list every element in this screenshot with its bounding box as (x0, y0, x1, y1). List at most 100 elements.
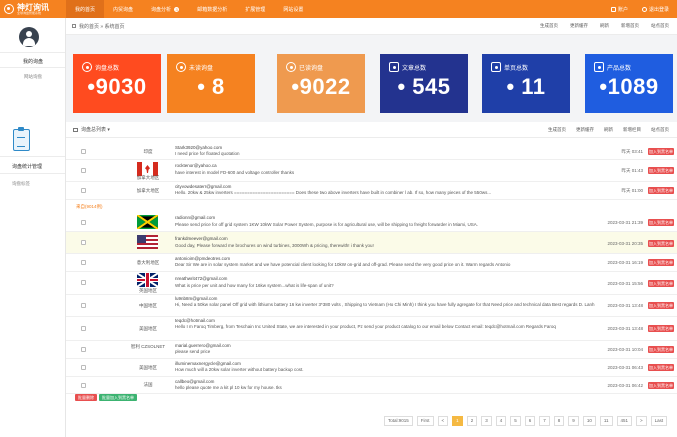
crumb-action-cache[interactable]: 更新缓存 (570, 23, 588, 29)
stat-value: • 8 (197, 74, 225, 99)
row-checkbox[interactable] (81, 303, 86, 308)
page-7[interactable]: 7 (539, 416, 550, 426)
nav-home[interactable]: 我的首页 (66, 0, 105, 18)
row-message: Hello I m Faroq Timberg, from Teschain I… (175, 324, 556, 329)
nav-extensions[interactable]: 扩展管理 (236, 0, 274, 18)
bulk-delete-button[interactable]: 批量删除 (75, 394, 97, 401)
nav-site-settings[interactable]: 网站设置 (274, 0, 312, 18)
stat-card-products[interactable]: 产品总数 •1089 (585, 54, 673, 113)
nav-inquiry-analysis[interactable]: 询盘分析 3 (142, 0, 188, 18)
stat-card-read[interactable]: 已读询盘 •9022 (277, 54, 365, 113)
panel-action-site-home[interactable]: 站点首页 (651, 127, 669, 133)
row-checkbox[interactable] (81, 365, 86, 370)
brand-logo[interactable]: 神灯询讯 全球询盘智能系统 (0, 0, 66, 18)
table-row[interactable]: 中国地区 lu9nb8m@gmail.com Hi, Need a 50kw s… (66, 295, 677, 317)
crumb-action-generate[interactable]: 生成首页 (540, 23, 558, 29)
row-checkbox[interactable] (81, 240, 86, 245)
panel-action-refresh[interactable]: 刷新 (604, 127, 613, 133)
stat-card-total[interactable]: 询盘总数 •9030 (73, 54, 161, 113)
table-row[interactable]: 加拿大地区 rocktenor@yahoo.ca have interest i… (66, 160, 677, 182)
page-9[interactable]: 9 (568, 416, 579, 426)
table-row[interactable]: 英国地区 nreathwrit472@gmail.com What is pri… (66, 272, 677, 295)
sidebar-item-inquiry-tags[interactable]: 询盘标签 (0, 181, 66, 187)
blacklist-button[interactable]: 加入到黑名单 (648, 382, 674, 389)
table-row[interactable]: frankdmeever@gmail.com Good day, Please … (66, 232, 677, 254)
blacklist-button[interactable]: 加入到黑名单 (648, 240, 674, 247)
page-451[interactable]: 451 (616, 416, 633, 426)
blacklist-button[interactable]: 加入到黑名单 (648, 219, 674, 226)
table-row[interactable]: 加拿大地区 cityvowdesaterr@gmail.com Hello. 2… (66, 182, 677, 200)
row-time: 2023-03-31 06:43 (607, 365, 643, 370)
page-first[interactable]: First (416, 416, 434, 426)
row-checkbox[interactable] (81, 280, 86, 285)
row-checkbox[interactable] (81, 220, 86, 225)
table-row[interactable]: 意大利地区 antonioim@pmdeotres.com Dear Sir W… (66, 254, 677, 272)
row-email: frankdmeever@gmail.com (175, 236, 228, 241)
nav-mail-analysis[interactable]: 邮箱数据分析 (188, 0, 236, 18)
panel-action-generate[interactable]: 生成首页 (548, 127, 566, 133)
panel-action-cache[interactable]: 更新缓存 (576, 127, 594, 133)
sidebar-item-site-inquiries[interactable]: 网站询盘 (0, 74, 66, 80)
avatar[interactable] (19, 27, 39, 47)
row-message: Dear Sir We are in solar system market a… (175, 262, 511, 267)
nav-domestic[interactable]: 内贸询盘 (104, 0, 142, 18)
page-prev[interactable]: < (437, 416, 449, 426)
blacklist-button[interactable]: 加入到黑名单 (648, 187, 674, 194)
stat-label: 单页总数 (504, 65, 529, 72)
crumb-action-site-home[interactable]: 站点首页 (651, 23, 669, 29)
pagination: Total:9015 First < 1 2 3 4 5 6 7 8 9 10 … (384, 416, 668, 426)
blacklist-button[interactable]: 加入到黑名单 (648, 280, 674, 287)
row-region: 加拿大地区 (136, 175, 160, 180)
table-row[interactable]: 智利 CZSOLNET marial.guerrero@gmail.com pl… (66, 341, 677, 359)
bulk-blacklist-button[interactable]: 批量加入到黑名单 (99, 394, 137, 401)
row-checkbox[interactable] (81, 326, 86, 331)
row-checkbox[interactable] (81, 347, 86, 352)
page-last[interactable]: Last (650, 416, 668, 426)
page-5[interactable]: 5 (510, 416, 521, 426)
stat-card-pages[interactable]: 单页总数 • 11 (482, 54, 570, 113)
row-checkbox[interactable] (81, 188, 86, 193)
table-row[interactable]: 印度 Stark3920@yahoo.com I need price for … (66, 144, 677, 160)
power-icon (641, 6, 647, 12)
table-row[interactable]: 美国地区 illuminemaxnergycle@gmail.com How m… (66, 359, 677, 377)
stat-card-articles[interactable]: 文章总数 • 545 (380, 54, 468, 113)
blacklist-button[interactable]: 加入到黑名单 (648, 259, 674, 266)
blacklist-button[interactable]: 加入到黑名单 (648, 302, 674, 309)
row-region: 加拿大地区 (136, 188, 160, 193)
crumb-action-refresh[interactable]: 刷新 (600, 23, 609, 29)
blacklist-button[interactable]: 加入到黑名单 (648, 167, 674, 174)
nav-label: 网站设置 (283, 6, 304, 13)
page-1[interactable]: 1 (452, 416, 463, 426)
page-8[interactable]: 8 (553, 416, 565, 426)
row-message: Hi, Need a 50kw solar panel Off grid wit… (175, 302, 595, 307)
row-email: lu9nb8m@gmail.com (175, 296, 218, 301)
table-row[interactable]: 美国地区 teqdc@hotmail.com Hello I m Faroq T… (66, 317, 677, 341)
row-checkbox[interactable] (81, 168, 86, 173)
logout-link[interactable]: 退出登录 (641, 6, 669, 13)
row-region: 中国地区 (139, 303, 157, 308)
page-3[interactable]: 3 (481, 416, 492, 426)
sidebar-divider (0, 52, 65, 53)
panel-title[interactable]: 询盘总列表 ▾ (81, 126, 110, 133)
table-row[interactable]: radionn@gmail.com Please send price for … (66, 212, 677, 232)
page-11[interactable]: 11 (599, 416, 613, 426)
blacklist-button[interactable]: 加入到黑名单 (648, 364, 674, 371)
page-10[interactable]: 10 (582, 416, 596, 426)
row-checkbox[interactable] (81, 260, 86, 265)
document-icon (389, 62, 399, 72)
page-2[interactable]: 2 (466, 416, 478, 426)
blacklist-button[interactable]: 加入到黑名单 (648, 148, 674, 155)
account-link[interactable]: 账户 (610, 6, 628, 13)
panel-action-add[interactable]: 新增栏目 (623, 127, 641, 133)
blacklist-button[interactable]: 加入到黑名单 (648, 346, 674, 353)
stat-card-unread[interactable]: 未读询盘 • 8 (167, 54, 255, 113)
page-next[interactable]: > (636, 416, 647, 426)
page-6[interactable]: 6 (524, 416, 536, 426)
crumb-action-add[interactable]: 新增首页 (621, 23, 639, 29)
blacklist-button[interactable]: 加入到黑名单 (648, 325, 674, 332)
table-row[interactable]: 法国 callbeo@gmail.com hello please quote … (66, 377, 677, 394)
row-checkbox[interactable] (81, 383, 86, 388)
breadcrumb-text[interactable]: 我的首页 » 系统首页 (79, 23, 125, 30)
row-checkbox[interactable] (81, 149, 86, 154)
page-4[interactable]: 4 (495, 416, 507, 426)
